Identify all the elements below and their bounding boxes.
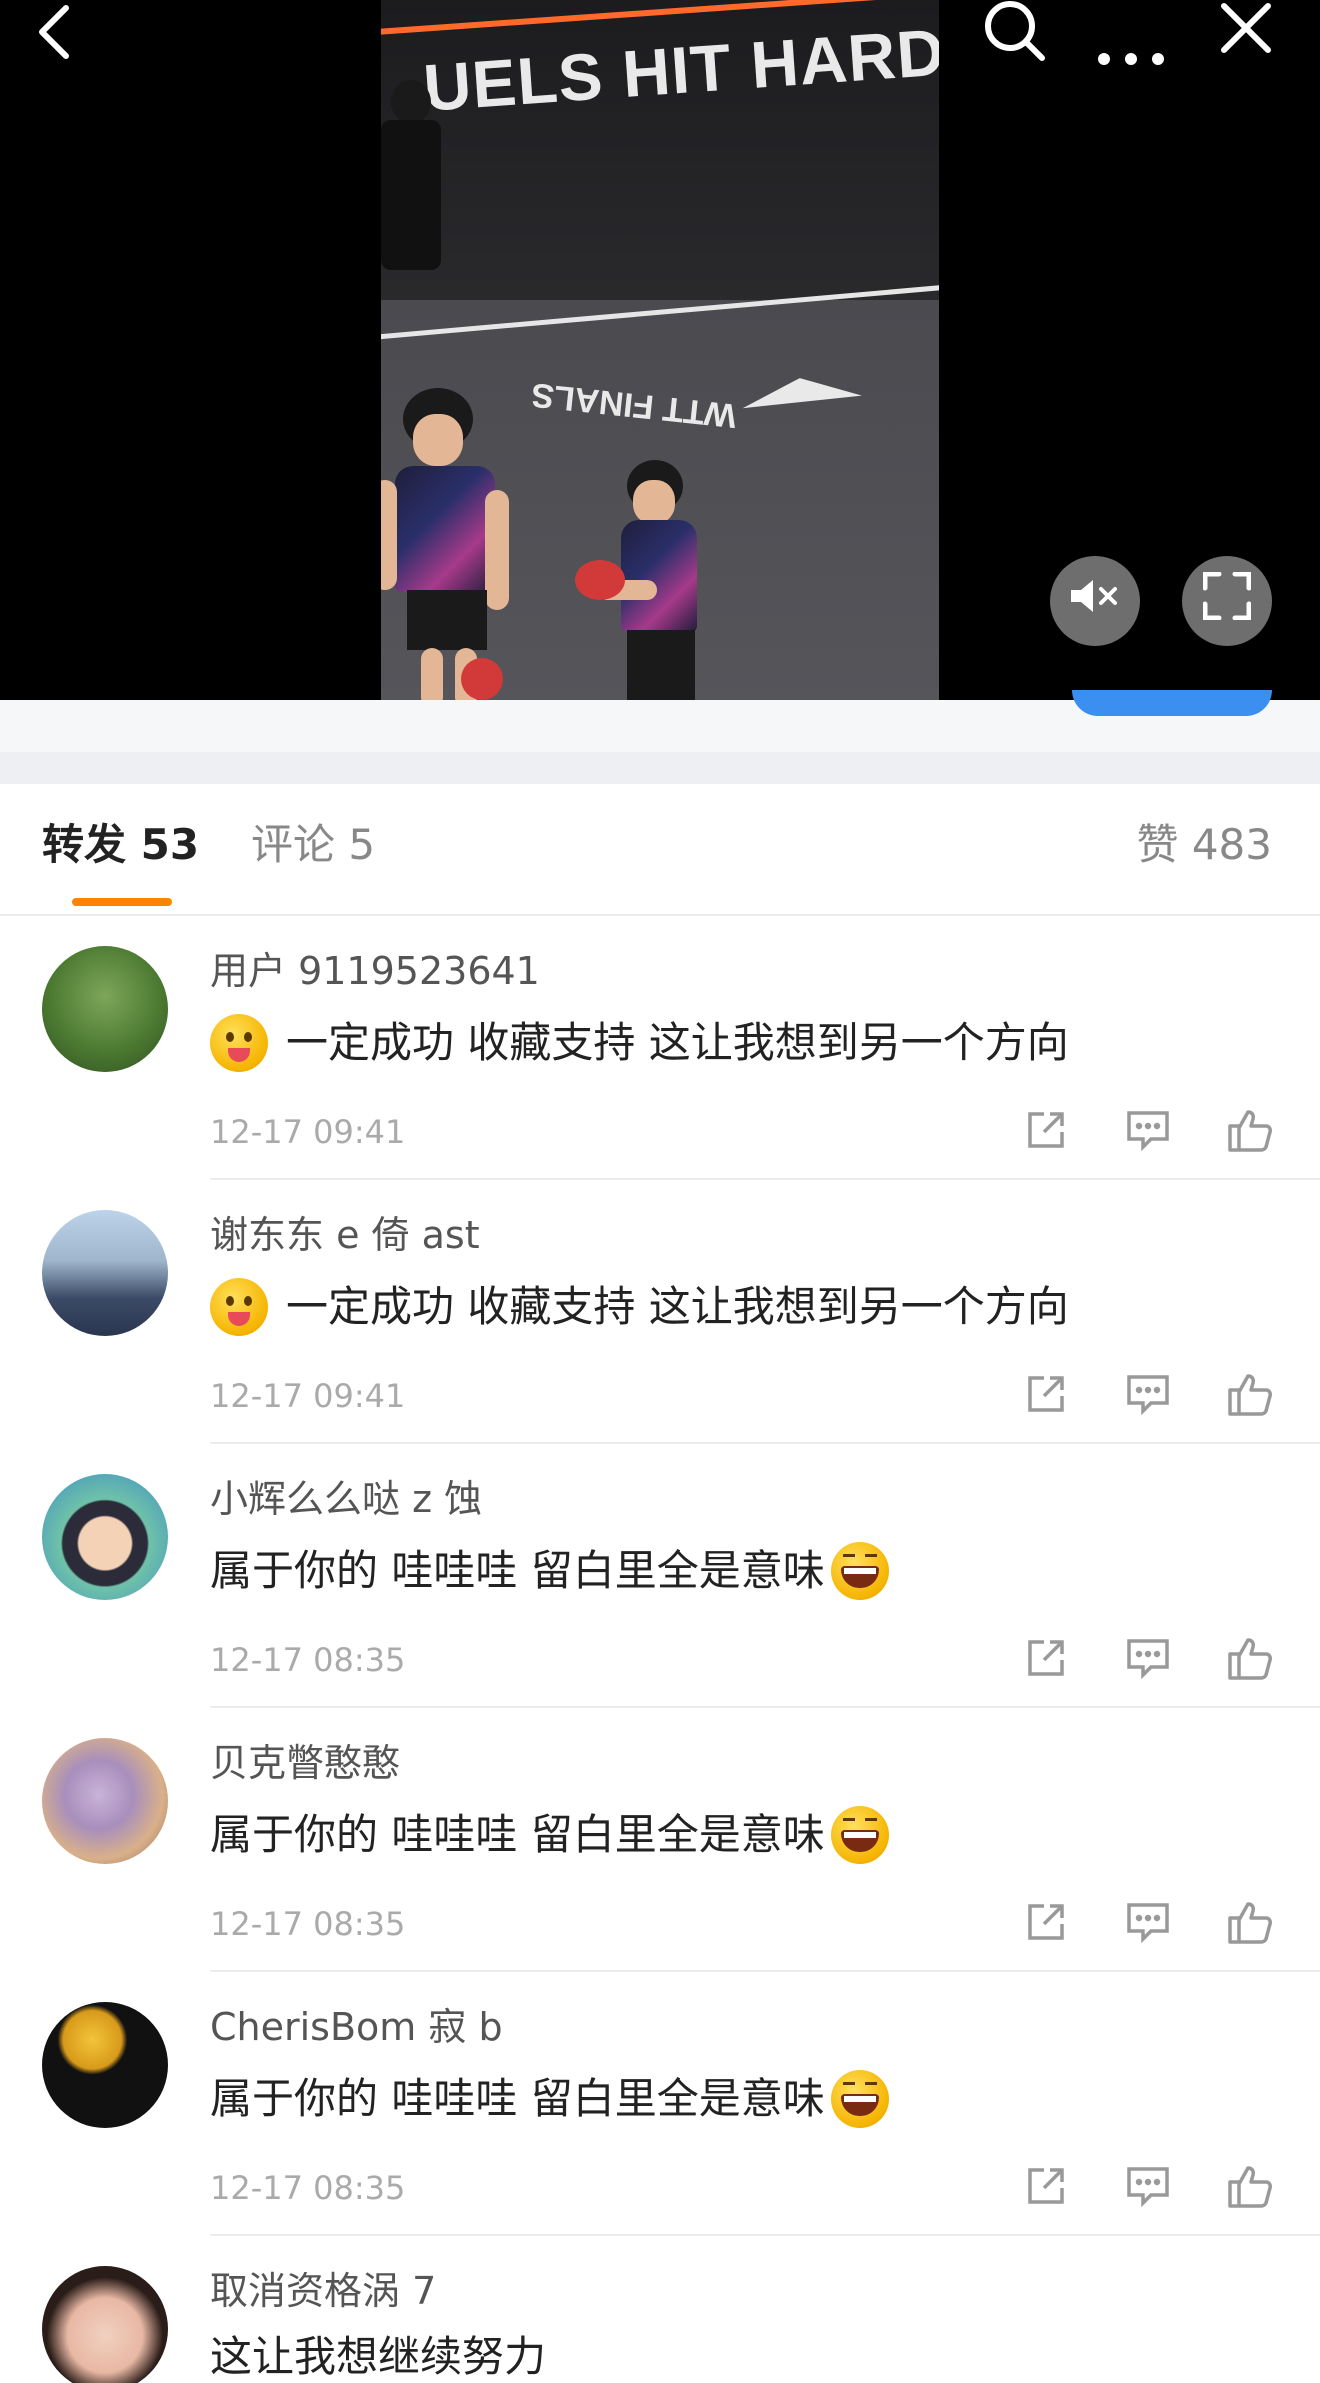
avatar[interactable] [42,1474,168,1600]
fullscreen-icon [1202,571,1252,631]
comment-icon[interactable] [1120,2158,1176,2214]
tongue-out-emoji [210,1278,268,1336]
active-tab-indicator [72,898,172,906]
tab-like[interactable]: 赞 483 [1136,824,1272,866]
share-icon[interactable] [1018,1894,1074,1950]
list-item: 谢东东 e 倚 ast 一定成功 收藏支持 这让我想到另一个方向 12-17 0… [0,1180,1320,1444]
list-item: 贝克瞥憨憨 属于你的 哇哇哇 留白里全是意味 12-17 08:35 [0,1708,1320,1972]
timestamp: 12-17 08:35 [210,2169,406,2207]
avatar[interactable] [42,1738,168,1864]
close-icon[interactable] [1220,2,1272,63]
tab-repost[interactable]: 转发 53 [42,824,199,866]
repost-text: 属于你的 哇哇哇 留白里全是意味 [210,2070,889,2128]
timestamp: 12-17 08:35 [210,1641,406,1679]
username[interactable]: 小辉么么哒 z 蚀 [210,1480,482,1518]
section-divider [0,752,1320,784]
more-icon[interactable] [1096,18,1166,76]
list-item: 用户 9119523641 一定成功 收藏支持 这让我想到另一个方向 12-17… [0,916,1320,1180]
repost-text: 属于你的 哇哇哇 留白里全是意味 [210,1542,889,1600]
laughing-emoji [830,1806,889,1864]
username[interactable]: 取消资格涡 7 [210,2272,436,2310]
player-left [381,380,521,700]
username[interactable]: CherisBom 寂 b [210,2008,503,2046]
follow-button-peek[interactable] [1072,690,1272,716]
video-frame[interactable]: UELS HIT HARDE WTT FINALS [381,0,939,700]
share-icon[interactable] [1018,2158,1074,2214]
share-icon[interactable] [1018,1366,1074,1422]
username[interactable]: 贝克瞥憨憨 [210,1744,400,1782]
laughing-emoji [830,1542,889,1600]
comment-icon[interactable] [1120,1366,1176,1422]
video-player[interactable]: UELS HIT HARDE WTT FINALS [0,0,1320,700]
comment-icon[interactable] [1120,1102,1176,1158]
timestamp: 12-17 08:35 [210,1905,406,1943]
like-icon[interactable] [1222,1630,1278,1686]
username[interactable]: 用户 9119523641 [210,952,540,990]
avatar[interactable] [42,2266,168,2383]
list-item: 小辉么么哒 z 蚀 属于你的 哇哇哇 留白里全是意味 12-17 08:35 [0,1444,1320,1708]
comment-icon[interactable] [1120,1630,1176,1686]
like-icon[interactable] [1222,1366,1278,1422]
username[interactable]: 谢东东 e 倚 ast [210,1216,480,1254]
avatar[interactable] [42,2002,168,2128]
interaction-tabs: 转发 53 评论 5 赞 483 [0,784,1320,916]
tongue-out-emoji [210,1014,268,1072]
timestamp: 12-17 09:41 [210,1113,406,1151]
repost-text: 属于你的 哇哇哇 留白里全是意味 [210,1806,889,1864]
avatar[interactable] [42,946,168,1072]
like-icon[interactable] [1222,1102,1278,1158]
laughing-emoji [830,2070,889,2128]
avatar[interactable] [42,1210,168,1336]
like-icon[interactable] [1222,2158,1278,2214]
player-right [575,450,721,700]
mute-icon [1069,576,1121,627]
fullscreen-button[interactable] [1182,556,1272,646]
list-item: CherisBom 寂 b 属于你的 哇哇哇 留白里全是意味 12-17 08:… [0,1972,1320,2236]
share-icon[interactable] [1018,1630,1074,1686]
tab-comment[interactable]: 评论 5 [251,824,375,866]
back-icon[interactable] [32,4,76,69]
repost-text: 一定成功 收藏支持 这让我想到另一个方向 [210,1014,1069,1072]
search-icon[interactable] [980,0,1050,71]
mute-button[interactable] [1050,556,1140,646]
like-icon[interactable] [1222,1894,1278,1950]
list-item: 取消资格涡 7 这让我想继续努力 [0,2236,1320,2383]
timestamp: 12-17 09:41 [210,1377,406,1415]
comment-icon[interactable] [1120,1894,1176,1950]
share-icon[interactable] [1018,1102,1074,1158]
repost-text: 一定成功 收藏支持 这让我想到另一个方向 [210,1278,1069,1336]
repost-text: 这让我想继续努力 [210,2332,547,2381]
